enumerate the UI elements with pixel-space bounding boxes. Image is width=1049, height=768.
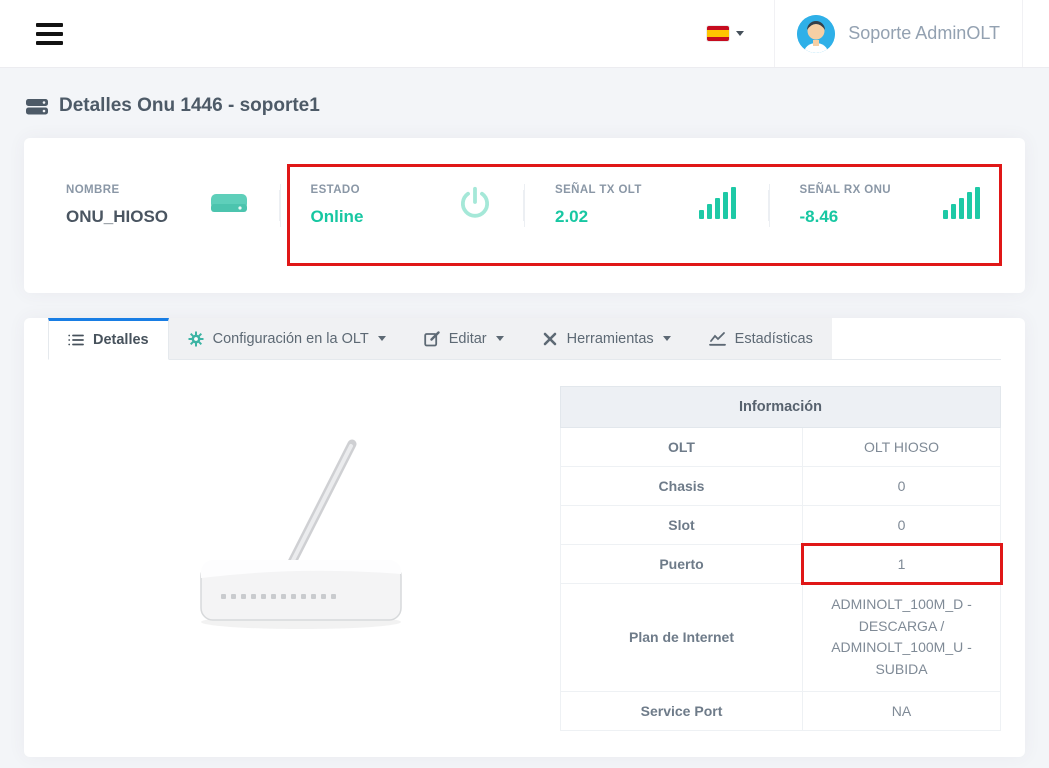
row-value: NA bbox=[803, 691, 1001, 730]
signal-bars-icon bbox=[697, 186, 739, 225]
table-row: Plan de Internet ADMINOLT_100M_D - DESCA… bbox=[561, 584, 1001, 692]
row-value-highlighted: 1 bbox=[803, 545, 1001, 584]
table-row: Puerto 1 bbox=[561, 545, 1001, 584]
tab-label: Configuración en la OLT bbox=[213, 331, 369, 347]
power-icon bbox=[456, 184, 494, 227]
tab-bar: Detalles bbox=[48, 318, 1001, 360]
stat-value: ONU_HIOSO bbox=[66, 207, 168, 227]
table-row: Slot 0 bbox=[561, 506, 1001, 545]
tab-herramientas[interactable]: Herramientas bbox=[523, 318, 690, 359]
row-value: OLT HIOSO bbox=[803, 428, 1001, 467]
tab-label: Detalles bbox=[93, 332, 149, 348]
table-header-row: Información bbox=[561, 387, 1001, 428]
stat-estado: ESTADO Online bbox=[280, 184, 525, 227]
spain-flag-icon bbox=[707, 26, 729, 41]
tools-icon bbox=[542, 331, 558, 347]
user-menu[interactable]: Soporte AdminOLT bbox=[774, 0, 1023, 67]
page-title-text: Detalles Onu 1446 - soporte1 bbox=[59, 95, 320, 117]
row-label: Slot bbox=[561, 506, 803, 545]
tab-estadisticas[interactable]: Estadísticas bbox=[690, 318, 832, 359]
row-value: 0 bbox=[803, 467, 1001, 506]
stat-label: NOMBRE bbox=[66, 184, 168, 196]
chart-icon bbox=[709, 331, 726, 346]
tab-configuracion-olt[interactable]: Configuración en la OLT bbox=[169, 318, 405, 359]
tab-label: Herramientas bbox=[567, 331, 654, 347]
info-table: Información OLT OLT HIOSO Chasis 0 Slot … bbox=[560, 386, 1001, 731]
onu-detail-card: Detalles bbox=[24, 318, 1025, 757]
tab-label: Estadísticas bbox=[735, 331, 813, 347]
row-label: OLT bbox=[561, 428, 803, 467]
chevron-down-icon bbox=[378, 336, 386, 341]
signal-bars-icon bbox=[941, 186, 983, 225]
list-icon bbox=[68, 333, 84, 347]
row-label: Puerto bbox=[561, 545, 803, 584]
stat-label: SEÑAL TX OLT bbox=[555, 184, 642, 196]
language-selector[interactable] bbox=[707, 26, 744, 41]
stat-nombre: NOMBRE ONU_HIOSO bbox=[36, 184, 280, 227]
stat-value: 2.02 bbox=[555, 207, 642, 227]
device-hdd-icon bbox=[25, 96, 49, 116]
row-value: 0 bbox=[803, 506, 1001, 545]
onu-device-icon bbox=[208, 187, 250, 224]
router-image bbox=[189, 426, 419, 731]
table-row: Service Port NA bbox=[561, 691, 1001, 730]
row-label: Service Port bbox=[561, 691, 803, 730]
detail-content: Información OLT OLT HIOSO Chasis 0 Slot … bbox=[24, 360, 1025, 731]
menu-toggle-button[interactable] bbox=[36, 23, 63, 45]
tab-editar[interactable]: Editar bbox=[405, 318, 523, 359]
stat-value: Online bbox=[311, 207, 364, 227]
onu-summary-card: NOMBRE ONU_HIOSO ESTADO Online SEÑAL TX bbox=[24, 138, 1025, 293]
stat-value: -8.46 bbox=[800, 207, 892, 227]
user-name: Soporte AdminOLT bbox=[848, 23, 1000, 44]
avatar bbox=[797, 15, 835, 53]
stat-senal-tx-olt: SEÑAL TX OLT 2.02 bbox=[524, 184, 769, 227]
top-navbar: Soporte AdminOLT bbox=[0, 0, 1049, 68]
tab-detalles[interactable]: Detalles bbox=[48, 318, 169, 360]
table-row: OLT OLT HIOSO bbox=[561, 428, 1001, 467]
table-title: Información bbox=[561, 387, 1001, 428]
stat-label: SEÑAL RX ONU bbox=[800, 184, 892, 196]
chevron-down-icon bbox=[663, 336, 671, 341]
table-row: Chasis 0 bbox=[561, 467, 1001, 506]
edit-icon bbox=[424, 331, 440, 347]
row-label: Plan de Internet bbox=[561, 584, 803, 692]
tab-label: Editar bbox=[449, 331, 487, 347]
row-label: Chasis bbox=[561, 467, 803, 506]
gear-icon bbox=[188, 331, 204, 347]
stat-label: ESTADO bbox=[311, 184, 364, 196]
page-title: Detalles Onu 1446 - soporte1 bbox=[25, 95, 1024, 117]
stat-senal-rx-onu: SEÑAL RX ONU -8.46 bbox=[769, 184, 1014, 227]
chevron-down-icon bbox=[736, 31, 744, 36]
chevron-down-icon bbox=[496, 336, 504, 341]
row-value: ADMINOLT_100M_D - DESCARGA / ADMINOLT_10… bbox=[803, 584, 1001, 692]
